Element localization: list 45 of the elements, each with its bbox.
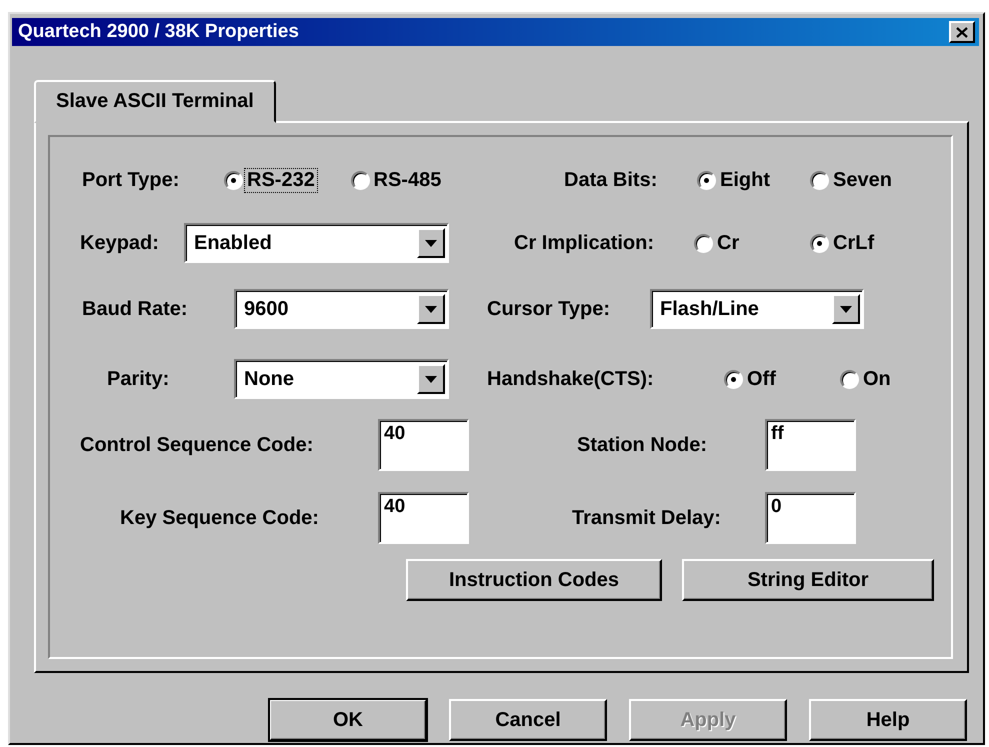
dropdown[interactable]: 9600 <box>234 289 449 329</box>
radio-label[interactable]: Cr <box>715 232 742 254</box>
input-field[interactable]: 0 <box>765 492 856 544</box>
radio-button[interactable] <box>724 370 743 388</box>
input-field[interactable]: 40 <box>378 419 469 471</box>
radio-label[interactable]: Off <box>745 368 778 390</box>
field-label: Baud Rate: <box>82 298 189 320</box>
radio-button[interactable] <box>694 234 713 252</box>
field-label: Handshake(CTS): <box>487 368 655 390</box>
input-field[interactable]: ff <box>765 419 856 471</box>
field-label: Data Bits: <box>564 168 658 192</box>
radio-label[interactable]: RS-232 <box>245 168 317 192</box>
window-title: Quartech 2900 / 38K Properties <box>18 21 299 43</box>
radio-button[interactable] <box>810 170 829 190</box>
radio-label[interactable]: CrLf <box>831 232 876 254</box>
close-icon <box>956 26 968 38</box>
dropdown[interactable]: Enabled <box>184 223 449 263</box>
dropdown[interactable]: None <box>234 359 449 399</box>
field-label: Key Sequence Code: <box>120 506 320 530</box>
radio-label[interactable]: Seven <box>831 168 894 192</box>
dropdown[interactable]: Flash/Line <box>650 289 864 329</box>
panel-button[interactable]: Instruction Codes <box>406 559 662 601</box>
radio-button[interactable] <box>224 170 243 190</box>
radio-label[interactable]: RS-485 <box>372 168 444 192</box>
radio-button[interactable] <box>350 170 370 190</box>
field-label: Cursor Type: <box>487 298 611 320</box>
field-label: Transmit Delay: <box>572 506 722 530</box>
field-label: Control Sequence Code: <box>80 434 314 456</box>
radio-label[interactable]: On <box>861 368 893 390</box>
panel-button[interactable]: String Editor <box>682 559 934 601</box>
radio-label[interactable]: Eight <box>718 168 772 192</box>
tab[interactable]: Slave ASCII Terminal <box>34 80 276 123</box>
field-label: Parity: <box>107 368 170 390</box>
close-button[interactable] <box>949 21 975 43</box>
field-label: Port Type: <box>82 168 180 192</box>
input-field[interactable]: 40 <box>378 492 469 544</box>
radio-button[interactable] <box>810 234 829 252</box>
radio-button[interactable] <box>697 170 716 190</box>
field-label: Cr Implication: <box>514 232 656 254</box>
field-label: Station Node: <box>577 434 708 456</box>
dialog-button[interactable]: Cancel <box>449 699 607 741</box>
dialog-button[interactable]: OK <box>269 699 427 741</box>
dialog-button[interactable]: Help <box>809 699 967 741</box>
field-label: Keypad: <box>80 232 160 254</box>
radio-button[interactable] <box>840 370 859 388</box>
